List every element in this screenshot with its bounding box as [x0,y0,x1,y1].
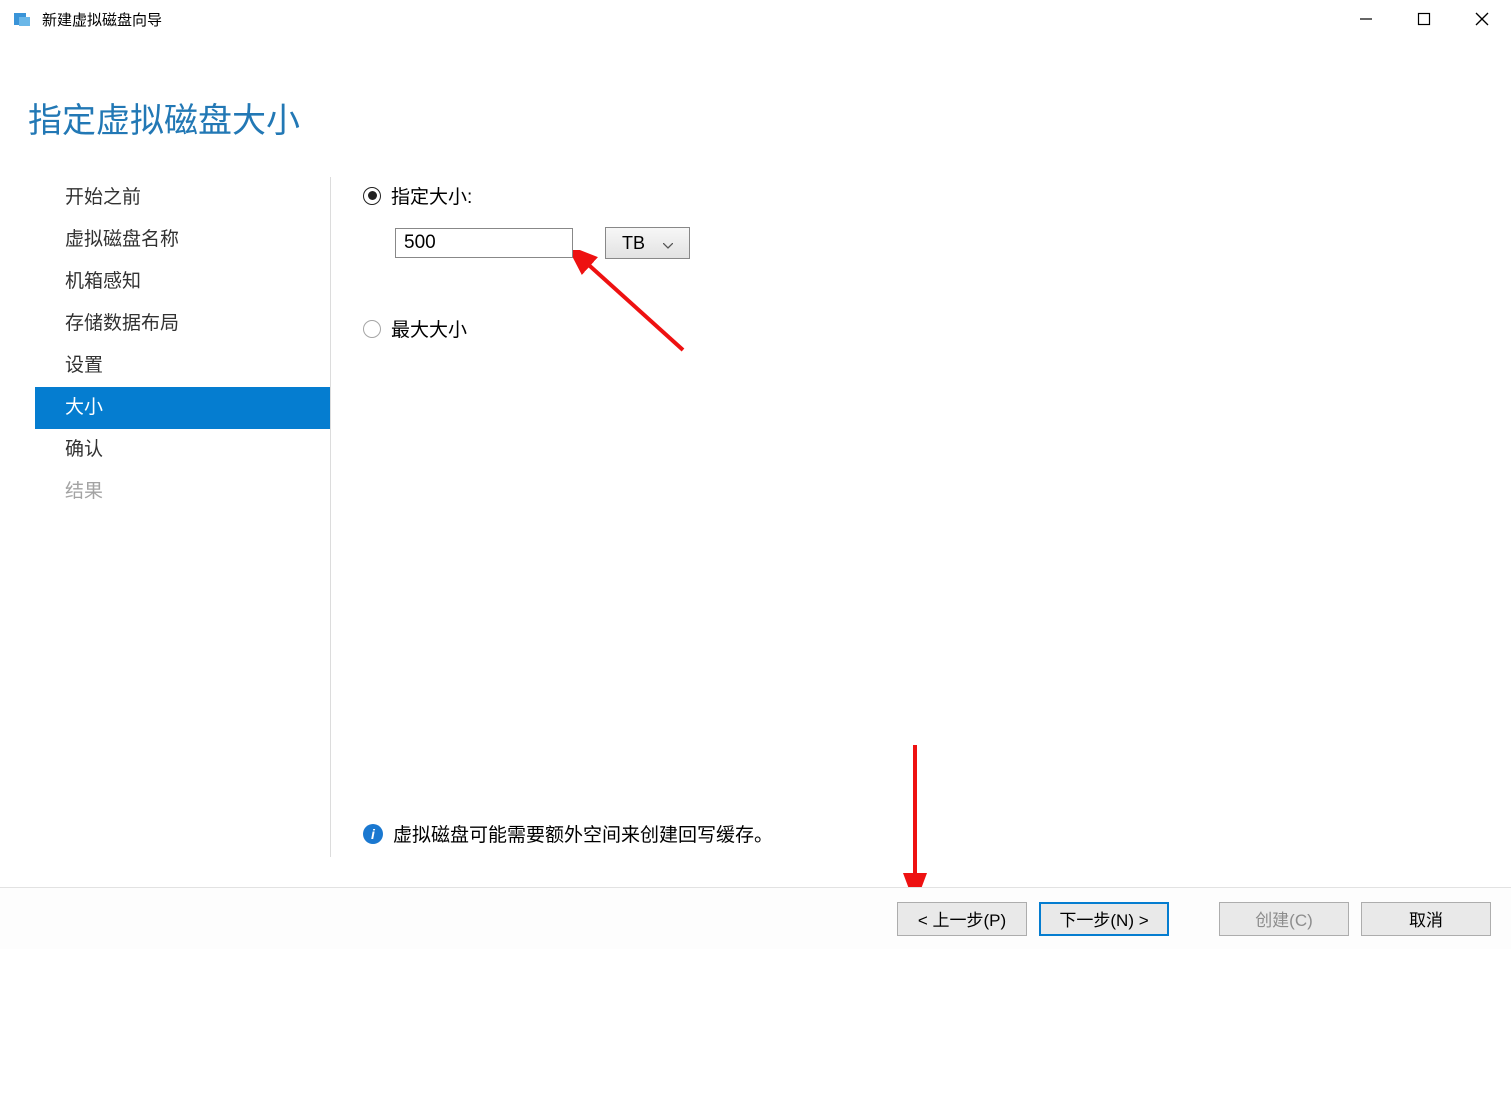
size-input[interactable] [395,228,573,258]
close-button[interactable] [1453,0,1511,38]
minimize-button[interactable] [1337,0,1395,38]
wizard-sidebar: 开始之前 虚拟磁盘名称 机箱感知 存储数据布局 设置 大小 确认 结果 [0,177,330,857]
cancel-button[interactable]: 取消 [1361,902,1491,936]
previous-button[interactable]: < 上一步(P) [897,902,1027,936]
next-button[interactable]: 下一步(N) > [1039,902,1169,936]
sidebar-item-enclosure[interactable]: 机箱感知 [35,261,330,303]
radio-max-size[interactable]: 最大大小 [363,315,1511,342]
sidebar-item-vdisk-name[interactable]: 虚拟磁盘名称 [35,219,330,261]
unit-selected-value: TB [622,233,645,254]
app-icon [12,9,32,29]
titlebar: 新建虚拟磁盘向导 [0,0,1511,38]
sidebar-item-settings[interactable]: 设置 [35,345,330,387]
window-controls [1337,0,1511,38]
info-text: 虚拟磁盘可能需要额外空间来创建回写缓存。 [393,820,773,847]
sidebar-item-before-begin[interactable]: 开始之前 [35,177,330,219]
window-title: 新建虚拟磁盘向导 [42,9,162,30]
page-heading: 指定虚拟磁盘大小 [28,93,1511,142]
sidebar-item-size[interactable]: 大小 [35,387,330,429]
radio-unchecked-icon [363,320,381,338]
size-input-row: TB [395,227,1511,259]
info-row: i 虚拟磁盘可能需要额外空间来创建回写缓存。 [363,820,773,847]
create-button: 创建(C) [1219,902,1349,936]
sidebar-item-storage-layout[interactable]: 存储数据布局 [35,303,330,345]
unit-select[interactable]: TB [605,227,690,259]
main-panel: 指定大小: TB 最大大小 i 虚拟磁盘可能需要额外空间来创建回写缓存。 [361,177,1511,857]
wizard-footer: < 上一步(P) 下一步(N) > 创建(C) 取消 [0,887,1511,949]
radio-specify-label: 指定大小: [391,182,472,209]
radio-max-label: 最大大小 [391,315,467,342]
radio-specify-size[interactable]: 指定大小: [363,182,1511,209]
sidebar-item-confirm[interactable]: 确认 [35,429,330,471]
info-icon: i [363,824,383,844]
vertical-divider [330,177,331,857]
maximize-button[interactable] [1395,0,1453,38]
content-area: 开始之前 虚拟磁盘名称 机箱感知 存储数据布局 设置 大小 确认 结果 指定大小… [0,177,1511,857]
sidebar-item-results: 结果 [35,471,330,513]
radio-checked-icon [363,187,381,205]
chevron-down-icon [663,233,673,254]
